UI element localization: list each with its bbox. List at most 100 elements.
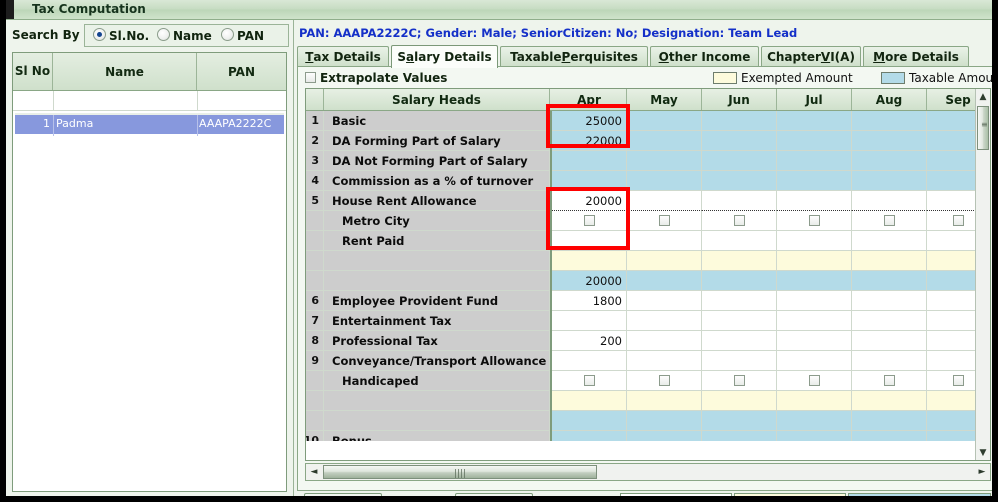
cell-may[interactable] <box>627 331 702 351</box>
radio-pan[interactable]: PAN <box>221 28 264 43</box>
cell-may[interactable] <box>627 231 702 251</box>
cell-apr[interactable] <box>552 371 627 391</box>
tab-chapter-vi-a[interactable]: Chapter V I(A) <box>761 46 861 67</box>
cell-jul[interactable] <box>777 271 852 291</box>
cell-aug[interactable] <box>852 331 927 351</box>
cell-aug[interactable] <box>852 411 927 431</box>
cell-jun[interactable] <box>702 131 777 151</box>
column-header-salary-heads[interactable]: Salary Heads <box>324 89 550 110</box>
table-row[interactable]: 20000 <box>306 271 975 291</box>
cell-jun[interactable] <box>702 411 777 431</box>
cell-aug[interactable] <box>852 431 927 441</box>
checkbox-icon[interactable] <box>952 215 964 226</box>
checkbox-icon[interactable] <box>733 215 745 226</box>
cell-sep[interactable] <box>927 251 975 271</box>
table-row[interactable]: 10Bonus <box>306 431 975 441</box>
table-row[interactable]: Metro City <box>306 211 975 231</box>
table-row[interactable]: 9 Conveyance/Transport Allowance <box>306 351 975 371</box>
cell-jul[interactable] <box>777 131 852 151</box>
cell-aug[interactable] <box>852 371 927 391</box>
cell-jun[interactable] <box>702 111 777 131</box>
table-row[interactable]: Handicaped <box>306 371 975 391</box>
cell-sep[interactable] <box>927 391 975 411</box>
radio-name[interactable]: Name <box>157 28 212 43</box>
cell-sep[interactable] <box>927 411 975 431</box>
checkbox-icon[interactable] <box>883 215 895 226</box>
column-header-jul[interactable]: Jul <box>777 89 852 110</box>
salary-grid-hscrollbar[interactable]: ◄ ► |||| <box>305 463 991 481</box>
cell-jun[interactable] <box>702 331 777 351</box>
cell-jul[interactable] <box>777 311 852 331</box>
cell-aug[interactable] <box>852 351 927 371</box>
cell-aug[interactable] <box>852 251 927 271</box>
radio-slno[interactable]: Sl.No. <box>93 28 149 43</box>
save-button[interactable]: Save <box>304 493 382 496</box>
cell-may[interactable] <box>627 311 702 331</box>
scroll-up-arrow-icon[interactable]: ▲ <box>976 89 990 104</box>
employee-grid-hscrollbar[interactable]: ◄ ► |||| <box>12 498 287 502</box>
cell-jun[interactable] <box>702 431 777 441</box>
table-row[interactable]: Rent Paid <box>306 231 975 251</box>
checkbox-icon[interactable] <box>583 375 595 386</box>
cell-may[interactable] <box>627 131 702 151</box>
cell-may[interactable] <box>627 431 702 441</box>
cell-jun[interactable] <box>702 391 777 411</box>
table-row[interactable]: 2 DA Forming Part of Salary 22000 <box>306 131 975 151</box>
cell-apr[interactable] <box>552 391 627 411</box>
cell-jun[interactable] <box>702 351 777 371</box>
cell-sep[interactable] <box>927 351 975 371</box>
cell-apr[interactable]: 20000 <box>552 271 627 291</box>
cell-jun[interactable] <box>702 251 777 271</box>
column-header-apr[interactable]: Apr <box>552 89 627 110</box>
table-row[interactable]: 1 Padma AAAPA2222C <box>15 113 284 136</box>
cell-may[interactable] <box>627 371 702 391</box>
cell-jun[interactable] <box>702 211 777 231</box>
cell-jul[interactable] <box>777 211 852 231</box>
cell-jul[interactable] <box>777 351 852 371</box>
checkbox-icon[interactable] <box>883 375 895 386</box>
cell-jul[interactable] <box>777 231 852 251</box>
cell-jul[interactable] <box>777 151 852 171</box>
cell-may[interactable] <box>627 151 702 171</box>
cell-aug[interactable] <box>852 291 927 311</box>
cell-sep[interactable] <box>927 211 975 231</box>
table-row[interactable]: 8 Professional Tax 200 <box>306 331 975 351</box>
cell-jun[interactable] <box>702 231 777 251</box>
table-row[interactable]: 6 Employee Provident Fund 1800 <box>306 291 975 311</box>
tab-tax-details[interactable]: TTax Detailsax Details <box>297 46 389 67</box>
cell-apr[interactable]: 22000 <box>552 131 627 151</box>
cell-jul[interactable] <box>777 111 852 131</box>
cell-may[interactable] <box>627 251 702 271</box>
column-header-pan[interactable]: PAN <box>197 53 286 90</box>
cell-jun[interactable] <box>702 171 777 191</box>
tab-salary-details[interactable]: Sa lary Details <box>391 45 498 68</box>
column-header-may[interactable]: May <box>627 89 702 110</box>
checkbox-icon[interactable] <box>808 215 820 226</box>
cell-sep[interactable] <box>927 111 975 131</box>
checkbox-icon[interactable] <box>658 215 670 226</box>
tab-taxable-perquisites[interactable]: Taxable Perquisites <box>500 46 648 67</box>
cell-sep[interactable] <box>927 191 975 211</box>
cell-apr[interactable] <box>552 231 627 251</box>
scroll-thumb[interactable]: ≡ <box>977 106 989 150</box>
table-row[interactable]: 4 Commission as a % of turnover <box>306 171 975 191</box>
cell-apr[interactable]: 1800 <box>552 291 627 311</box>
cell-apr[interactable]: 20000 <box>552 191 627 211</box>
column-header-slno[interactable]: Sl No <box>13 53 53 90</box>
salary-grid[interactable]: Salary Heads Apr May Jun Jul Aug Sep 1 Ba… <box>305 88 991 461</box>
cell-aug[interactable] <box>852 311 927 331</box>
checkbox-icon[interactable] <box>583 215 595 226</box>
column-header-index[interactable] <box>306 89 324 110</box>
cell-aug[interactable] <box>852 131 927 151</box>
table-row[interactable]: 1 Basic 25000 <box>306 111 975 131</box>
cell-jun[interactable] <box>702 371 777 391</box>
table-row[interactable]: 3 DA Not Forming Part of Salary <box>306 151 975 171</box>
checkbox-icon[interactable] <box>952 375 964 386</box>
cell-jul[interactable] <box>777 411 852 431</box>
cell-aug[interactable] <box>852 191 927 211</box>
cell-aug[interactable] <box>852 211 927 231</box>
cell-may[interactable] <box>627 271 702 291</box>
column-header-jun[interactable]: Jun <box>702 89 777 110</box>
tab-more-details[interactable]: More Details <box>863 46 969 67</box>
table-row[interactable] <box>306 251 975 271</box>
